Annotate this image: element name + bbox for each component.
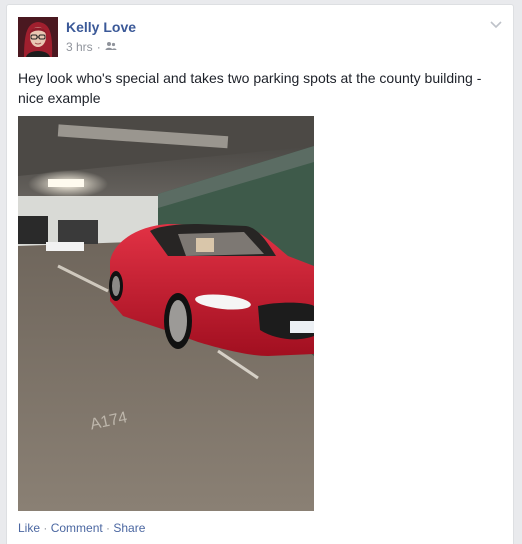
- action-separator: ·: [102, 521, 114, 535]
- post-card: Kelly Love 3 hrs · Hey look who's specia…: [6, 4, 514, 544]
- action-separator: ·: [40, 521, 51, 535]
- post-meta: 3 hrs ·: [66, 40, 117, 54]
- avatar-image: [18, 17, 58, 57]
- post-actions: Like · Comment · Share: [18, 521, 145, 535]
- like-link[interactable]: Like: [18, 521, 40, 535]
- timestamp[interactable]: 3 hrs: [66, 40, 93, 54]
- chevron-down-icon[interactable]: [489, 17, 503, 31]
- comment-link[interactable]: Comment: [51, 521, 103, 535]
- avatar[interactable]: [18, 17, 58, 57]
- parked-car-photo: A174: [18, 116, 314, 511]
- share-link[interactable]: Share: [113, 521, 145, 535]
- post-text: Hey look who's special and takes two par…: [18, 70, 482, 106]
- friends-icon[interactable]: [105, 40, 117, 54]
- meta-separator: ·: [96, 40, 101, 54]
- author-name[interactable]: Kelly Love: [66, 19, 136, 35]
- post-photo[interactable]: A174: [18, 116, 314, 511]
